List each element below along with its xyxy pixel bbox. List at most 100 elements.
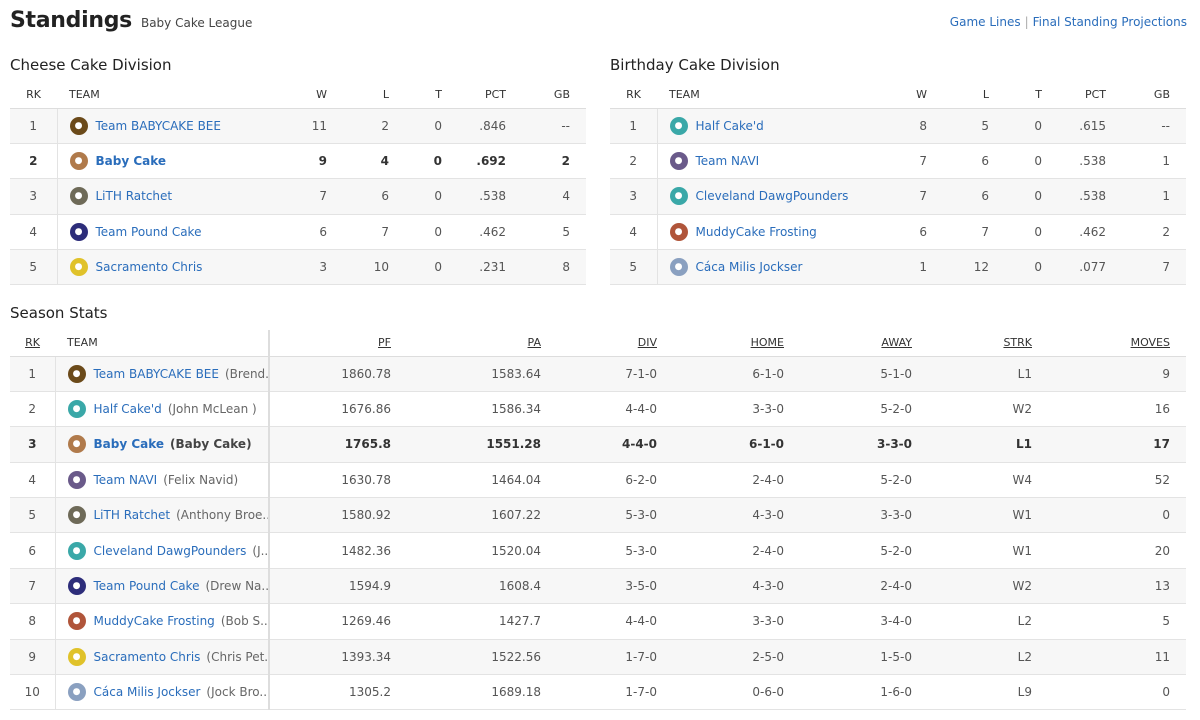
- losses-cell: 4: [327, 143, 389, 180]
- table-header-row: RK TEAM PF PA DIV HOME AWAY STRK MOVES: [10, 330, 1186, 357]
- wins-cell: 11: [277, 108, 327, 144]
- col-header-away[interactable]: AWAY: [784, 330, 912, 357]
- team-link[interactable]: Cleveland DawgPounders: [696, 189, 849, 203]
- team-link[interactable]: Half Cake'd: [94, 402, 162, 416]
- team-link[interactable]: Team Pound Cake: [94, 579, 200, 593]
- emblem-icon[interactable]: ●: [669, 258, 688, 277]
- team-link[interactable]: MuddyCake Frosting: [696, 225, 817, 239]
- points-for-cell: 1765.8: [269, 426, 391, 463]
- col-header-rk[interactable]: RK: [10, 330, 55, 357]
- team-link[interactable]: Team NAVI: [94, 473, 158, 487]
- team-link[interactable]: Baby Cake: [94, 437, 165, 451]
- helmet-icon[interactable]: ●: [669, 116, 688, 135]
- team-name-cell: ● MuddyCake Frosting: [657, 214, 877, 251]
- col-header-div[interactable]: DIV: [541, 330, 657, 357]
- cheese-cake-division-table: RK TEAM W L T PCT GB 1 ● Team BABYCAKE BEE…: [10, 82, 586, 286]
- bee-helmet-icon[interactable]: ●: [69, 116, 88, 135]
- emblem-icon[interactable]: ●: [669, 152, 688, 171]
- team-link[interactable]: Sacramento Chris: [96, 260, 203, 274]
- pct-cell: .538: [1042, 178, 1114, 215]
- badge-icon[interactable]: ●: [69, 187, 88, 206]
- team-cell: ● Cleveland DawgPounders: [669, 187, 849, 206]
- team-link[interactable]: LiTH Ratchet: [94, 508, 171, 522]
- col-header-team[interactable]: TEAM: [55, 330, 270, 357]
- wins-cell: 6: [877, 214, 927, 251]
- team-link[interactable]: Team Pound Cake: [96, 225, 202, 239]
- team-cell: ● Baby Cake: [69, 152, 167, 171]
- helmet-icon[interactable]: ●: [67, 541, 86, 560]
- team-link[interactable]: Team NAVI: [696, 154, 760, 168]
- col-header-pf[interactable]: PF: [269, 330, 391, 357]
- games-back-cell: 1: [1114, 143, 1186, 180]
- col-header-t[interactable]: T: [389, 82, 442, 109]
- team-cell: ● Sacramento Chris: [69, 258, 203, 277]
- col-header-strk[interactable]: STRK: [912, 330, 1032, 357]
- col-header-rk[interactable]: RK: [610, 82, 657, 109]
- cat-icon[interactable]: ●: [69, 152, 88, 171]
- points-for-cell: 1630.78: [269, 462, 391, 499]
- points-against-cell: 1551.28: [391, 426, 541, 463]
- away-record-cell: 3-3-0: [784, 426, 912, 463]
- cat-icon[interactable]: ●: [67, 435, 86, 454]
- helmet-icon[interactable]: ●: [69, 258, 88, 277]
- wins-cell: 6: [277, 214, 327, 251]
- col-header-w[interactable]: W: [877, 82, 927, 109]
- home-record-cell: 0-6-0: [657, 674, 784, 711]
- team-link[interactable]: Sacramento Chris: [94, 650, 201, 664]
- points-for-cell: 1269.46: [269, 603, 391, 640]
- points-for-cell: 1676.86: [269, 391, 391, 428]
- helmet-icon[interactable]: ●: [69, 222, 88, 241]
- game-lines-link[interactable]: Game Lines: [950, 15, 1021, 29]
- helmet-icon[interactable]: ●: [67, 647, 86, 666]
- points-against-cell: 1427.7: [391, 603, 541, 640]
- col-header-moves[interactable]: MOVES: [1032, 330, 1186, 357]
- team-link[interactable]: Half Cake'd: [696, 119, 764, 133]
- final-standing-projections-link[interactable]: Final Standing Projections: [1033, 15, 1187, 29]
- rank-cell: 2: [10, 143, 58, 180]
- losses-cell: 7: [927, 214, 989, 251]
- col-header-team[interactable]: TEAM: [657, 82, 877, 109]
- emblem-icon[interactable]: ●: [67, 683, 86, 702]
- col-header-home[interactable]: HOME: [657, 330, 784, 357]
- team-link[interactable]: MuddyCake Frosting: [94, 614, 215, 628]
- owner-name: (Jock Bro...: [206, 685, 269, 700]
- team-link[interactable]: Cáca Milis Jockser: [696, 260, 803, 274]
- owner-name: (Brend...: [224, 366, 269, 381]
- square-logo-icon[interactable]: ●: [669, 222, 688, 241]
- col-header-gb[interactable]: GB: [514, 82, 586, 109]
- wins-cell: 8: [877, 108, 927, 144]
- col-header-gb[interactable]: GB: [1114, 82, 1186, 109]
- col-header-pct[interactable]: PCT: [442, 82, 514, 109]
- col-header-l[interactable]: L: [927, 82, 989, 109]
- col-header-t[interactable]: T: [989, 82, 1042, 109]
- team-link[interactable]: Baby Cake: [96, 154, 167, 168]
- col-header-l[interactable]: L: [327, 82, 389, 109]
- games-back-cell: 7: [1114, 249, 1186, 286]
- square-logo-icon[interactable]: ●: [67, 612, 86, 631]
- team-link[interactable]: Cáca Milis Jockser: [94, 685, 201, 699]
- helmet-icon[interactable]: ●: [67, 577, 86, 596]
- col-header-rk[interactable]: RK: [10, 82, 57, 109]
- team-link[interactable]: LiTH Ratchet: [96, 189, 173, 203]
- team-link[interactable]: Team BABYCAKE BEE: [94, 367, 219, 381]
- team-link[interactable]: Team BABYCAKE BEE: [96, 119, 221, 133]
- col-header-pct[interactable]: PCT: [1042, 82, 1114, 109]
- team-link[interactable]: Cleveland DawgPounders: [94, 544, 247, 558]
- team-cell: ● Cáca Milis Jockser: [669, 258, 803, 277]
- streak-cell: W4: [912, 462, 1032, 499]
- emblem-icon[interactable]: ●: [67, 470, 86, 489]
- helmet-icon[interactable]: ●: [67, 400, 86, 419]
- badge-icon[interactable]: ●: [67, 506, 86, 525]
- home-record-cell: 3-3-0: [657, 391, 784, 428]
- col-header-pa[interactable]: PA: [391, 330, 541, 357]
- bee-helmet-icon[interactable]: ●: [67, 364, 86, 383]
- table-row: 2 ● Team NAVI 7 6 0.538 1: [610, 143, 1186, 180]
- helmet-icon[interactable]: ●: [669, 187, 688, 206]
- division-record-cell: 4-4-0: [541, 603, 657, 640]
- col-header-team[interactable]: TEAM: [57, 82, 277, 109]
- ties-cell: 0: [389, 108, 442, 144]
- col-header-w[interactable]: W: [277, 82, 327, 109]
- points-against-cell: 1520.04: [391, 532, 541, 569]
- away-record-cell: 5-2-0: [784, 532, 912, 569]
- points-against-cell: 1608.4: [391, 568, 541, 605]
